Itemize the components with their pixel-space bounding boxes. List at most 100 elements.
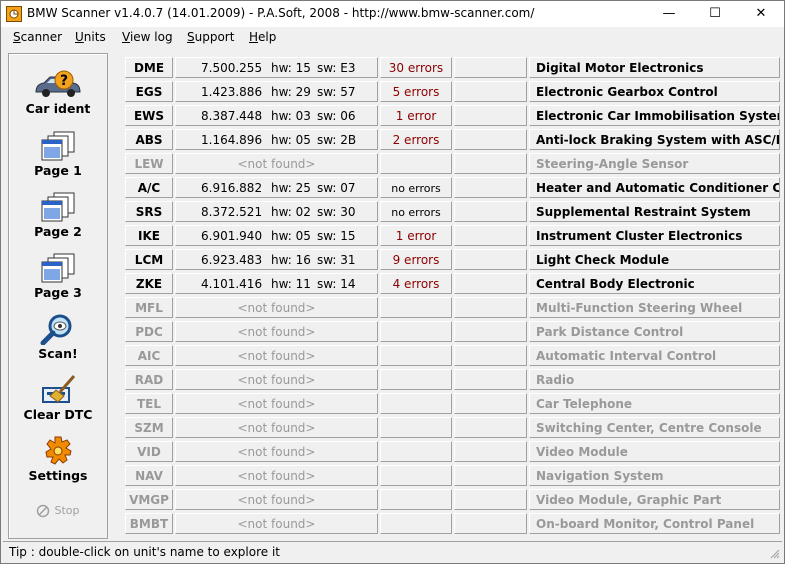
unit-errors-cell[interactable]: 5 errors xyxy=(380,81,452,102)
unit-code-cell[interactable]: SRS xyxy=(125,201,173,222)
unit-errors-cell[interactable]: no errors xyxy=(380,177,452,198)
menu-scanner[interactable]: Scanner xyxy=(13,30,62,44)
car-ident-button[interactable]: ? Car ident xyxy=(9,70,107,116)
unit-name-cell[interactable]: Heater and Automatic Conditioner Control xyxy=(529,177,780,198)
maximize-button[interactable]: ☐ xyxy=(692,1,738,27)
unit-code-cell[interactable]: A/C xyxy=(125,177,173,198)
unit-errors-cell[interactable]: 2 errors xyxy=(380,129,452,150)
unit-name-cell[interactable]: Instrument Cluster Electronics xyxy=(529,225,780,246)
unit-part-cell: <not found> xyxy=(175,297,378,318)
menu-units[interactable]: Units xyxy=(75,30,106,44)
unit-code-cell[interactable]: IKE xyxy=(125,225,173,246)
unit-code-cell[interactable]: DME xyxy=(125,57,173,78)
unit-name-cell[interactable]: Video Module, Graphic Part xyxy=(529,489,780,510)
unit-name-cell[interactable]: Multi-Function Steering Wheel xyxy=(529,297,780,318)
unit-name-cell[interactable]: Supplemental Restraint System xyxy=(529,201,780,222)
page-1-label: Page 1 xyxy=(34,163,82,178)
unit-name-cell[interactable]: Electronic Gearbox Control xyxy=(529,81,780,102)
unit-part-cell: 6.916.882 hw: 25 sw: 07 xyxy=(175,177,378,198)
close-icon: ✕ xyxy=(755,6,767,21)
unit-errors-cell[interactable]: 4 errors xyxy=(380,273,452,294)
unit-part-cell: <not found> xyxy=(175,441,378,462)
svg-text:?: ? xyxy=(60,73,68,89)
clear-dtc-button[interactable]: Clear DTC xyxy=(9,374,107,422)
unit-name-cell[interactable]: Light Check Module xyxy=(529,249,780,270)
unit-code-cell[interactable]: SZM xyxy=(125,417,173,438)
part-number: 7.500.255 xyxy=(201,61,263,75)
unit-name-cell[interactable]: Park Distance Control xyxy=(529,321,780,342)
unit-name: Car Telephone xyxy=(536,397,633,411)
part-number: 8.387.448 xyxy=(201,109,263,123)
page-3-button[interactable]: Page 3 xyxy=(9,252,107,300)
unit-name-cell[interactable]: Central Body Electronic xyxy=(529,273,780,294)
unit-name-cell[interactable]: Steering-Angle Sensor xyxy=(529,153,780,174)
part-number: 6.923.483 xyxy=(201,253,263,267)
unit-code-cell[interactable]: VID xyxy=(125,441,173,462)
close-button[interactable]: ✕ xyxy=(738,1,784,27)
unit-code-cell[interactable]: TEL xyxy=(125,393,173,414)
page-1-button[interactable]: Page 1 xyxy=(9,130,107,178)
unit-name-cell[interactable]: Electronic Car Immobilisation System xyxy=(529,105,780,126)
unit-code-cell[interactable]: PDC xyxy=(125,321,173,342)
hardware-version: hw: 25 xyxy=(271,181,311,195)
unit-extra-cell xyxy=(454,465,527,486)
menu-support[interactable]: Support xyxy=(187,30,234,44)
unit-name-cell[interactable]: Car Telephone xyxy=(529,393,780,414)
settings-button[interactable]: Settings xyxy=(9,435,107,483)
unit-name-cell[interactable]: On-board Monitor, Control Panel xyxy=(529,513,780,534)
stop-button[interactable]: Stop xyxy=(9,504,107,518)
unit-part-cell: 6.901.940 hw: 05 sw: 15 xyxy=(175,225,378,246)
unit-part-cell: <not found> xyxy=(175,465,378,486)
unit-code-cell[interactable]: ABS xyxy=(125,129,173,150)
unit-extra-cell xyxy=(454,201,527,222)
unit-errors-cell[interactable]: 1 error xyxy=(380,225,452,246)
unit-code: ABS xyxy=(135,133,163,147)
unit-code-cell[interactable]: BMBT xyxy=(125,513,173,534)
resize-grip-icon[interactable] xyxy=(770,549,780,559)
unit-code-cell[interactable]: EGS xyxy=(125,81,173,102)
part-number: 1.164.896 xyxy=(201,133,263,147)
unit-errors-cell[interactable]: 9 errors xyxy=(380,249,452,270)
unit-code-cell[interactable]: RAD xyxy=(125,369,173,390)
menu-help[interactable]: Help xyxy=(249,30,276,44)
scan-button[interactable]: Scan! xyxy=(9,313,107,361)
page-2-button[interactable]: Page 2 xyxy=(9,191,107,239)
unit-name-cell[interactable]: Anti-lock Braking System with ASC/DSC xyxy=(529,129,780,150)
part-number: 1.423.886 xyxy=(201,85,263,99)
hardware-version: hw: 02 xyxy=(271,205,311,219)
unit-errors-cell[interactable]: no errors xyxy=(380,201,452,222)
unit-code-cell[interactable]: VMGP xyxy=(125,489,173,510)
unit-extra-cell xyxy=(454,345,527,366)
minimize-button[interactable]: — xyxy=(646,1,692,27)
unit-name-cell[interactable]: Digital Motor Electronics xyxy=(529,57,780,78)
error-count: 30 errors xyxy=(388,61,444,75)
software-version: sw: 15 xyxy=(317,229,356,243)
unit-part-cell: 8.372.521 hw: 02 sw: 30 xyxy=(175,201,378,222)
unit-code-cell[interactable]: EWS xyxy=(125,105,173,126)
broom-clear-icon xyxy=(42,375,76,403)
unit-name-cell[interactable]: Radio xyxy=(529,369,780,390)
unit-extra-cell xyxy=(454,177,527,198)
unit-extra-cell xyxy=(454,417,527,438)
unit-code-cell[interactable]: NAV xyxy=(125,465,173,486)
software-version: sw: 2B xyxy=(317,133,357,147)
unit-code-cell[interactable]: MFL xyxy=(125,297,173,318)
menu-view-log[interactable]: View log xyxy=(122,30,173,44)
unit-name: Anti-lock Braking System with ASC/DSC xyxy=(536,133,780,147)
unit-errors-cell[interactable]: 30 errors xyxy=(380,57,452,78)
unit-code: EGS xyxy=(135,85,163,99)
unit-code-cell[interactable]: ZKE xyxy=(125,273,173,294)
unit-name-cell[interactable]: Switching Center, Centre Console xyxy=(529,417,780,438)
scan-label: Scan! xyxy=(38,346,78,361)
unit-name-cell[interactable]: Navigation System xyxy=(529,465,780,486)
unit-name-cell[interactable]: Video Module xyxy=(529,441,780,462)
unit-extra-cell xyxy=(454,153,527,174)
not-found-text: <not found> xyxy=(237,349,316,363)
unit-errors-cell[interactable]: 1 error xyxy=(380,105,452,126)
unit-code-cell[interactable]: AIC xyxy=(125,345,173,366)
not-found-text: <not found> xyxy=(237,421,316,435)
unit-extra-cell xyxy=(454,105,527,126)
unit-code-cell[interactable]: LEW xyxy=(125,153,173,174)
unit-name-cell[interactable]: Automatic Interval Control xyxy=(529,345,780,366)
unit-code-cell[interactable]: LCM xyxy=(125,249,173,270)
